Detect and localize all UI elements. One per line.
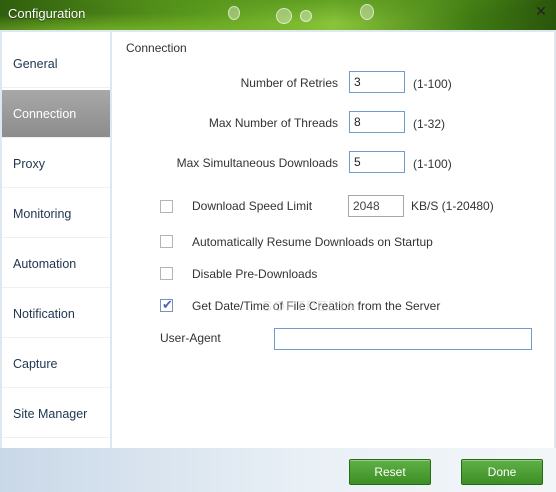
watermark: SOFTPEDIA bbox=[262, 298, 357, 315]
water-drop-decoration bbox=[276, 8, 292, 24]
reset-button[interactable]: Reset bbox=[349, 459, 431, 485]
downloads-range: (1-100) bbox=[413, 157, 452, 171]
speed-limit-label: Download Speed Limit bbox=[192, 199, 313, 213]
connection-panel: Connection Number of Retries 3 (1-100) M… bbox=[112, 32, 554, 448]
title-bar: Configuration ✕ bbox=[0, 0, 556, 30]
retries-input[interactable]: 3 bbox=[349, 71, 405, 93]
sidebar-item-connection[interactable]: Connection bbox=[2, 90, 110, 138]
auto-resume-label: Automatically Resume Downloads on Startu… bbox=[192, 235, 433, 249]
retries-range: (1-100) bbox=[413, 77, 452, 91]
sidebar-item-automation[interactable]: Automation bbox=[2, 240, 110, 288]
auto-resume-checkbox[interactable] bbox=[160, 235, 173, 248]
speed-limit-range: KB/S (1-20480) bbox=[411, 199, 494, 213]
user-agent-label: User-Agent bbox=[160, 331, 221, 345]
threads-range: (1-32) bbox=[413, 117, 446, 131]
downloads-label: Max Simultaneous Downloads bbox=[176, 156, 338, 170]
window-title: Configuration bbox=[8, 6, 86, 21]
footer-bar: Reset Done bbox=[0, 448, 556, 492]
disable-pre-downloads-label: Disable Pre-Downloads bbox=[192, 267, 318, 281]
threads-input[interactable]: 8 bbox=[349, 111, 405, 133]
sidebar-item-site-manager[interactable]: Site Manager bbox=[2, 390, 110, 438]
close-icon[interactable]: ✕ bbox=[532, 2, 550, 20]
speed-limit-checkbox[interactable] bbox=[160, 200, 173, 213]
disable-pre-downloads-checkbox[interactable] bbox=[160, 267, 173, 280]
sidebar-item-notification[interactable]: Notification bbox=[2, 290, 110, 338]
speed-limit-input[interactable]: 2048 bbox=[348, 195, 404, 217]
threads-label: Max Number of Threads bbox=[208, 116, 338, 130]
checkmark-icon: ✔ bbox=[162, 297, 173, 312]
water-drop-decoration bbox=[228, 6, 240, 20]
user-agent-input[interactable] bbox=[274, 328, 532, 350]
section-title: Connection bbox=[126, 41, 187, 55]
retries-label: Number of Retries bbox=[240, 76, 338, 90]
get-date-checkbox[interactable]: ✔ bbox=[160, 297, 173, 312]
sidebar-item-capture[interactable]: Capture bbox=[2, 340, 110, 388]
downloads-input[interactable]: 5 bbox=[349, 151, 405, 173]
sidebar-item-general[interactable]: General bbox=[2, 40, 110, 88]
sidebar-item-proxy[interactable]: Proxy bbox=[2, 140, 110, 188]
water-drop-decoration bbox=[300, 10, 312, 22]
sidebar-item-monitoring[interactable]: Monitoring bbox=[2, 190, 110, 238]
done-button[interactable]: Done bbox=[461, 459, 543, 485]
water-drop-decoration bbox=[360, 4, 374, 20]
sidebar: General Connection Proxy Monitoring Auto… bbox=[2, 32, 110, 448]
